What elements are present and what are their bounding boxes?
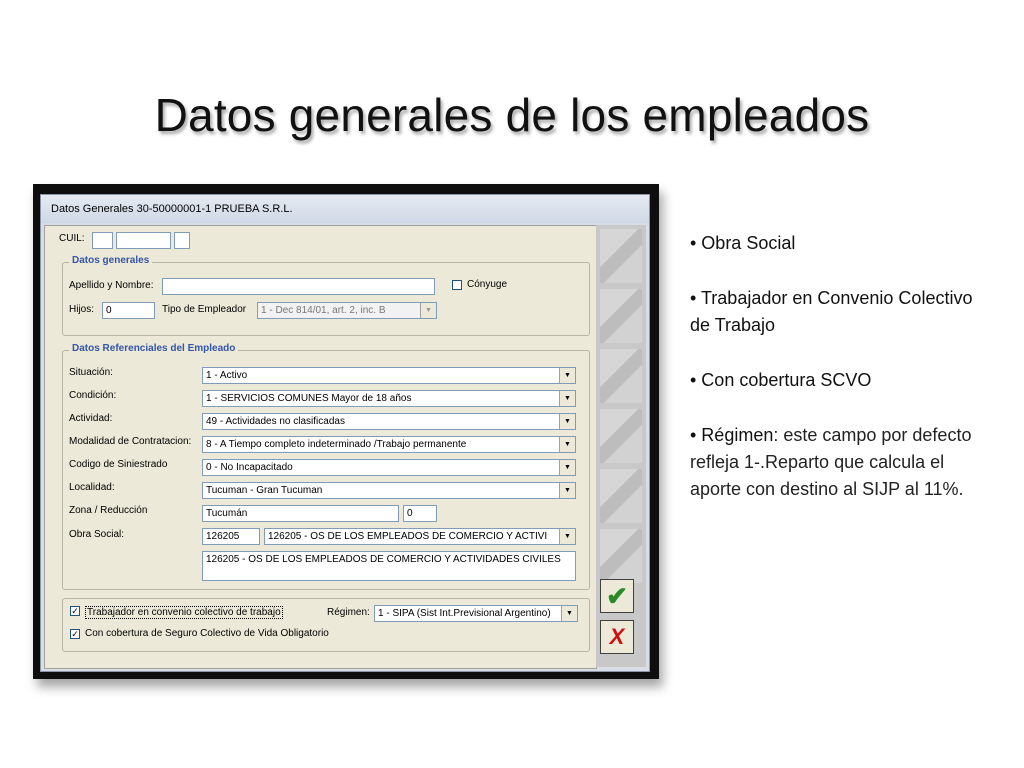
- siniestrado-select[interactable]: 0 - No Incapacitado ▼: [202, 459, 576, 476]
- datos-referenciales-title: Datos Referenciales del Empleado: [69, 343, 239, 354]
- bullet-convenio: • Trabajador en Convenio Colectivo de Tr…: [690, 288, 973, 335]
- chevron-down-icon: ▼: [559, 368, 575, 383]
- regimen-select[interactable]: 1 - SIPA (Sist Int.Previsional Argentino…: [374, 605, 578, 622]
- bullet-scvo: • Con cobertura SCVO: [690, 370, 872, 390]
- zona-label: Zona / Reducción: [69, 505, 148, 516]
- confirm-button[interactable]: ✔: [600, 579, 634, 613]
- window-titlebar: Datos Generales 30-50000001-1 PRUEBA S.R…: [41, 195, 649, 223]
- chevron-down-icon: ▼: [420, 303, 436, 318]
- modalidad-select[interactable]: 8 - A Tiempo completo indeterminado /Tra…: [202, 436, 576, 453]
- localidad-label: Localidad:: [69, 482, 115, 493]
- close-icon: X: [609, 624, 625, 649]
- situacion-label: Situación:: [69, 367, 113, 378]
- convenio-checkbox[interactable]: ✓: [70, 606, 80, 616]
- cuil-label: CUIL:: [59, 233, 85, 244]
- scvo-label: Con cobertura de Seguro Colectivo de Vid…: [85, 628, 329, 639]
- chevron-down-icon: ▼: [559, 437, 575, 452]
- checkmark-icon: ✔: [606, 581, 628, 611]
- datos-generales-window: Datos Generales 30-50000001-1 PRUEBA S.R…: [40, 194, 650, 672]
- siniestrado-label: Codigo de Siniestrado: [69, 459, 168, 470]
- tipo-empleador-select[interactable]: 1 - Dec 814/01, art. 2, inc. B ▼: [257, 302, 437, 319]
- hijos-label: Hijos:: [69, 304, 95, 315]
- chevron-down-icon: ▼: [559, 460, 575, 475]
- datos-generales-title: Datos generales: [69, 255, 153, 266]
- chevron-down-icon: ▼: [561, 606, 577, 621]
- cuil-number-input[interactable]: [116, 232, 171, 249]
- bullet-regimen: • Régimen: este campo por defecto reflej…: [690, 422, 990, 503]
- chevron-down-icon: ▼: [559, 529, 575, 544]
- chevron-down-icon: ▼: [559, 483, 575, 498]
- obra-social-select[interactable]: 126205 - OS DE LOS EMPLEADOS DE COMERCIO…: [264, 528, 576, 545]
- datos-generales-group: Datos generales: [62, 255, 590, 336]
- slide-title: Datos generales de los empleados: [154, 89, 870, 141]
- tipo-empleador-label: Tipo de Empleador: [162, 304, 247, 315]
- zona-pct-input[interactable]: 0: [403, 505, 437, 522]
- modalidad-label: Modalidad de Contratacion:: [69, 436, 192, 447]
- localidad-select[interactable]: Tucuman - Gran Tucuman ▼: [202, 482, 576, 499]
- form-area: CUIL: Datos generales Apellido y Nombre:…: [44, 225, 597, 669]
- zona-input[interactable]: Tucumán: [202, 505, 399, 522]
- cuil-prefix-input[interactable]: [92, 232, 113, 249]
- condicion-label: Condición:: [69, 390, 117, 401]
- chevron-down-icon: ▼: [559, 391, 575, 406]
- conyuge-checkbox[interactable]: [452, 280, 462, 290]
- cancel-button[interactable]: X: [600, 620, 634, 654]
- bullet-obra-social: • Obra Social: [690, 233, 796, 253]
- obra-social-label: Obra Social:: [69, 529, 125, 540]
- condicion-select[interactable]: 1 - SERVICIOS COMUNES Mayor de 18 años ▼: [202, 390, 576, 407]
- bullet-regimen-head: • Régimen: [690, 425, 774, 445]
- chevron-down-icon: ▼: [559, 414, 575, 429]
- actividad-label: Actividad:: [69, 413, 113, 424]
- scvo-checkbox[interactable]: ✓: [70, 629, 80, 639]
- apellido-label: Apellido y Nombre:: [69, 280, 154, 291]
- convenio-label: Trabajador en convenio colectivo de trab…: [85, 606, 283, 619]
- hijos-input[interactable]: 0: [102, 302, 155, 319]
- apellido-input[interactable]: [162, 278, 435, 295]
- bullet-list: • Obra Social • Trabajador en Convenio C…: [690, 230, 990, 531]
- actividad-select[interactable]: 49 - Actividades no clasificadas ▼: [202, 413, 576, 430]
- obra-social-description: 126205 - OS DE LOS EMPLEADOS DE COMERCIO…: [202, 551, 576, 581]
- conyuge-label: Cónyuge: [467, 279, 508, 290]
- regimen-label: Régimen:: [327, 607, 370, 618]
- situacion-select[interactable]: 1 - Activo ▼: [202, 367, 576, 384]
- cuil-check-digit-input[interactable]: [174, 232, 190, 249]
- obra-social-code-input[interactable]: 126205: [202, 528, 260, 545]
